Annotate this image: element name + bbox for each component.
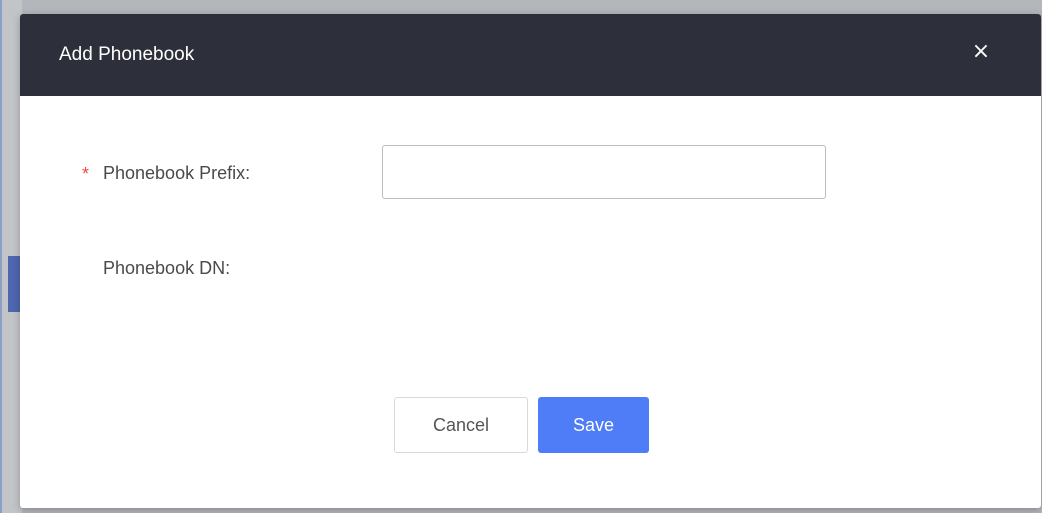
- add-phonebook-dialog: Add Phonebook × * Phonebook Prefix: Phon…: [20, 14, 1041, 508]
- background-blue-block: [8, 256, 20, 312]
- phonebook-prefix-label: Phonebook Prefix:: [103, 163, 251, 183]
- cancel-button[interactable]: Cancel: [394, 397, 528, 453]
- dialog-title: Add Phonebook: [59, 44, 195, 65]
- close-icon[interactable]: ×: [967, 38, 995, 66]
- phonebook-prefix-input[interactable]: [382, 145, 826, 199]
- phonebook-dn-label: Phonebook DN:: [103, 258, 231, 278]
- required-indicator: *: [82, 164, 90, 184]
- dialog-header: Add Phonebook ×: [20, 14, 1041, 96]
- save-button[interactable]: Save: [538, 397, 649, 453]
